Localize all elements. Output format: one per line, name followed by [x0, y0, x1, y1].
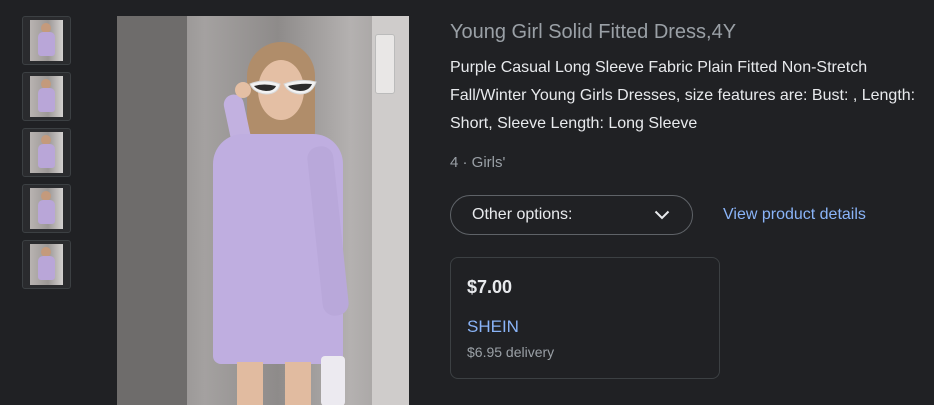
product-image[interactable]: [117, 16, 409, 405]
light-switch: [375, 34, 395, 94]
thumbnail-image: [30, 20, 63, 61]
product-panel: Young Girl Solid Fitted Dress,4Y Purple …: [0, 0, 934, 405]
seller-link[interactable]: SHEIN: [467, 317, 703, 337]
product-meta: 4 · Girls': [450, 154, 506, 171]
thumbnail-5[interactable]: [22, 240, 71, 289]
sunglasses: [249, 79, 317, 95]
delivery-cost: $6.95 delivery: [467, 344, 555, 360]
product-description: Purple Casual Long Sleeve Fabric Plain F…: [450, 59, 916, 132]
thumbnail-2[interactable]: [22, 72, 71, 121]
thumbnail-list: [22, 16, 71, 296]
chevron-down-icon: [654, 207, 670, 223]
thumbnail-3[interactable]: [22, 128, 71, 177]
thumbnail-image: [30, 132, 63, 173]
actions-row: Other options: View product details: [450, 195, 920, 235]
product-info: Young Girl Solid Fitted Dress,4Y Purple …: [450, 18, 920, 379]
thumbnail-image: [30, 188, 63, 229]
thumbnail-image: [30, 244, 63, 285]
view-product-details-link[interactable]: View product details: [723, 206, 866, 224]
handbag: [321, 356, 345, 405]
other-options-dropdown[interactable]: Other options:: [450, 195, 693, 235]
other-options-label: Other options:: [472, 206, 573, 223]
thumbnail-1[interactable]: [22, 16, 71, 65]
thumbnail-4[interactable]: [22, 184, 71, 233]
product-title: Young Girl Solid Fitted Dress,4Y: [450, 21, 737, 43]
thumbnail-image: [30, 76, 63, 117]
offer-card[interactable]: $7.00 SHEIN $6.95 delivery: [450, 257, 720, 379]
price: $7.00: [467, 277, 513, 297]
